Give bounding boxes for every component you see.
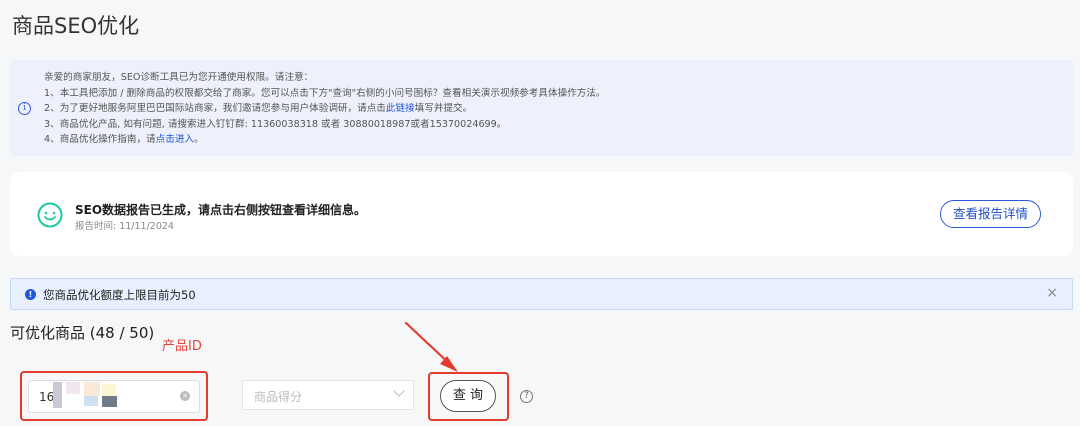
question-icon[interactable]: ?: [520, 390, 533, 403]
quota-alert: ! 您商品优化额度上限目前为50 ×: [10, 278, 1073, 310]
smile-icon: [37, 202, 63, 228]
notice-panel: i 亲爱的商家朋友，SEO诊断工具已为您开通使用权限。请注意： 1、本工具把添加…: [10, 60, 1073, 156]
notice-line: 3、商品优化产品, 如有问题, 请搜索进入钉钉群: 11360038318 或者…: [44, 118, 507, 130]
notice-line: 4、商品优化操作指南，请点击进入。: [44, 132, 606, 148]
view-report-button[interactable]: 查看报告详情: [940, 200, 1041, 228]
section-title: 可优化商品 (48 / 50): [10, 324, 155, 342]
notice-text: 填写并提交。: [414, 103, 473, 115]
survey-link[interactable]: 此链接: [386, 103, 415, 114]
notice-text: 4、商品优化操作指南，请: [44, 134, 156, 146]
notice-text: 。: [194, 134, 204, 146]
guide-link[interactable]: 点击进入: [156, 134, 194, 145]
score-placeholder: 商品得分: [254, 390, 303, 404]
report-card: SEO数据报告已生成，请点击右侧按钮查看详细信息。 报告时间: 11/11/20…: [10, 172, 1073, 256]
annotation-box-product-id: [20, 371, 208, 421]
score-select[interactable]: 商品得分: [242, 380, 414, 410]
report-time: 报告时间: 11/11/2024: [75, 221, 174, 232]
notice-line: 1、本工具把添加 / 删除商品的权限都交给了商家。您可以点击下方"查询"右侧的小…: [44, 87, 606, 99]
close-icon[interactable]: ×: [1046, 285, 1058, 301]
page-title: 商品SEO优化: [12, 14, 140, 38]
quota-text: 您商品优化额度上限目前为50: [43, 288, 196, 302]
annotation-label: 产品ID: [162, 339, 202, 354]
info-icon: !: [25, 289, 36, 300]
report-title: SEO数据报告已生成，请点击右侧按钮查看详细信息。: [75, 203, 367, 217]
info-icon: i: [18, 102, 31, 115]
annotation-box-query: [428, 372, 509, 421]
notice-line: 亲爱的商家朋友，SEO诊断工具已为您开通使用权限。请注意：: [44, 72, 314, 83]
notice-line: 2、为了更好地服务阿里巴巴国际站商家，我们邀请您参与用户体验调研，请点击此链接填…: [44, 101, 606, 117]
notice-text: 2、为了更好地服务阿里巴巴国际站商家，我们邀请您参与用户体验调研，请点击: [44, 103, 386, 115]
chevron-down-icon: [393, 385, 405, 397]
